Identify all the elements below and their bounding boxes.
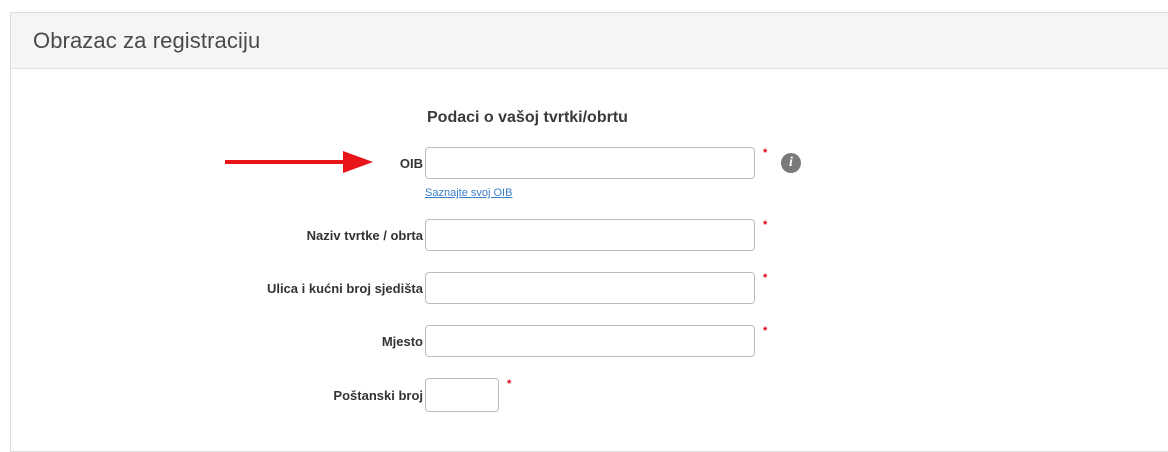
street-label: Ulica i kućni broj sjedišta (266, 281, 423, 296)
city-label: Mjesto (381, 334, 423, 349)
panel-header: Obrazac za registraciju (11, 13, 1168, 69)
postal-code-label: Poštanski broj (333, 388, 423, 403)
registration-panel: Obrazac za registraciju Podaci o vašoj t… (10, 12, 1168, 452)
company-name-label: Naziv tvrtke / obrta (306, 228, 423, 243)
panel-title: Obrazac za registraciju (33, 27, 261, 53)
company-name-required-mark: * (763, 219, 768, 231)
postal-code-input[interactable] (425, 378, 499, 412)
info-icon[interactable]: i (781, 153, 801, 173)
postal-code-required-mark: * (507, 378, 512, 390)
red-arrow-icon (225, 151, 373, 173)
street-input[interactable] (425, 272, 755, 304)
company-name-input[interactable] (425, 219, 755, 251)
section-title: Podaci o vašoj tvrtki/obrtu (427, 109, 628, 126)
city-input[interactable] (425, 325, 755, 357)
street-required-mark: * (763, 272, 768, 284)
city-required-mark: * (763, 325, 768, 337)
oib-label: OIB (399, 156, 423, 171)
oib-help-link[interactable]: Saznajte svoj OIB (425, 187, 512, 199)
oib-required-mark: * (763, 147, 768, 159)
oib-input[interactable] (425, 147, 755, 179)
